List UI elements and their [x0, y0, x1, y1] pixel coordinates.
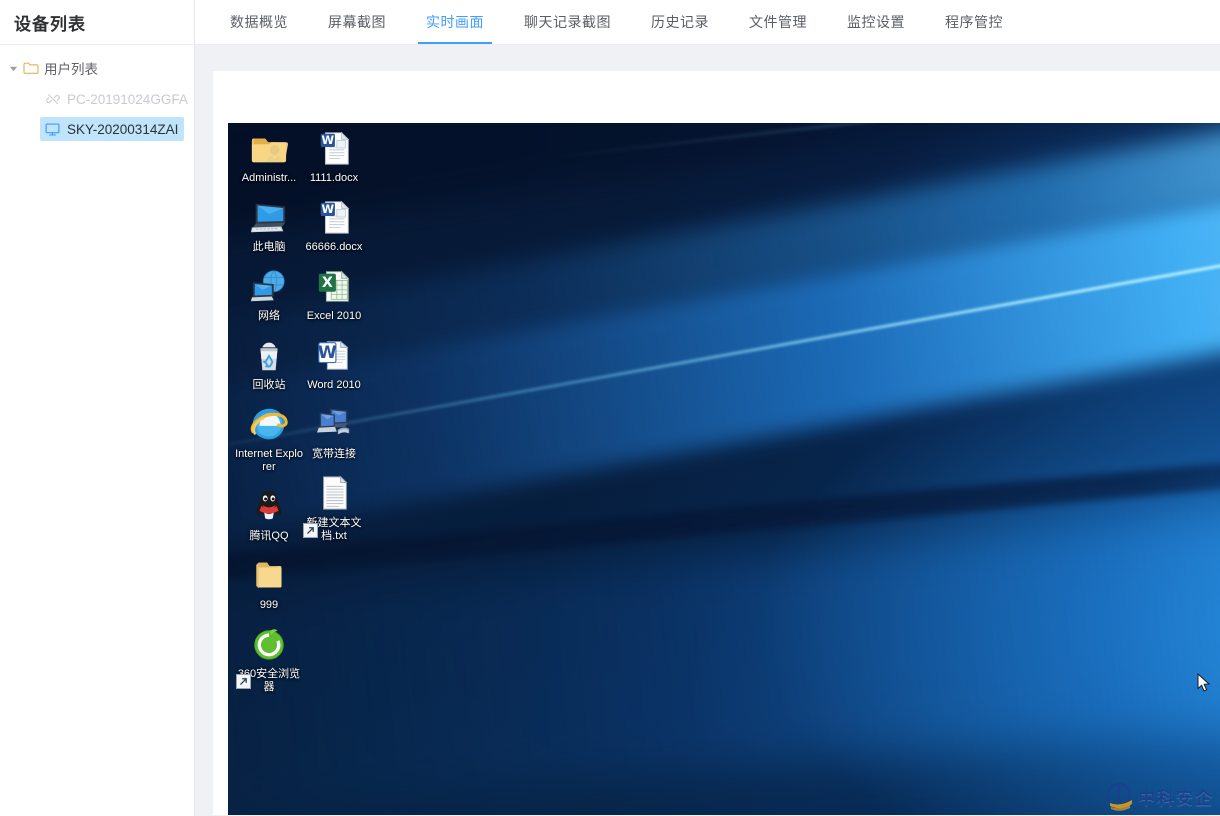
tab-bar: 数据概览 屏幕截图 实时画面 聊天记录截图 历史记录 文件管理 监控设置 程序管… — [195, 0, 1220, 45]
desktop-icon-label: Internet Explorer — [235, 448, 303, 473]
desktop-icon-label: 1111.docx — [309, 172, 359, 184]
folder-icon — [22, 61, 39, 75]
desktop-icon-1111-docx[interactable]: W 1111.docx — [299, 127, 369, 185]
word-document-icon: W — [313, 127, 355, 169]
sidebar-header: 设备列表 — [0, 0, 194, 45]
folder-icon — [248, 554, 290, 596]
tab-data-overview[interactable]: 数据概览 — [210, 0, 308, 44]
svg-text:W: W — [322, 133, 335, 147]
desktop-icon-label: 此电脑 — [252, 241, 286, 253]
tab-live-screen[interactable]: 实时画面 — [406, 0, 504, 44]
broken-link-icon — [44, 92, 61, 106]
desktop-icon-label: Word 2010 — [307, 379, 361, 391]
word-document-icon: W — [313, 196, 355, 238]
this-pc-icon — [248, 196, 290, 238]
desktop-icon-internet-explorer[interactable]: Internet Explorer — [234, 403, 304, 474]
live-screen-card: Administr... 此电脑 网络 回收站 Internet Explore… — [213, 71, 1220, 815]
desktop-icon-label: Administr... — [241, 172, 297, 184]
tree-node-label: 用户列表 — [44, 62, 98, 77]
svg-text:W: W — [322, 202, 335, 216]
desktop-icon-label: 回收站 — [252, 379, 286, 391]
remote-desktop-viewport[interactable]: Administr... 此电脑 网络 回收站 Internet Explore… — [228, 123, 1220, 815]
content-area: Administr... 此电脑 网络 回收站 Internet Explore… — [195, 45, 1220, 816]
internet-explorer-icon — [248, 403, 290, 445]
desktop-icon-column-1: Administr... 此电脑 网络 回收站 Internet Explore… — [234, 127, 304, 705]
excel-icon: X — [313, 265, 355, 307]
main-panel: 数据概览 屏幕截图 实时画面 聊天记录截图 历史记录 文件管理 监控设置 程序管… — [195, 0, 1220, 816]
tab-label: 聊天记录截图 — [524, 14, 611, 30]
svg-text:X: X — [322, 275, 333, 291]
desktop-icon-label: 宽带连接 — [312, 448, 356, 460]
recycle-bin-icon — [248, 334, 290, 376]
desktop-icon-broadband-connection[interactable]: 宽带连接 — [299, 403, 369, 538]
device-list-sidebar: 设备列表 用户列表 PC-20191024GGFA SKY-20200314ZA… — [0, 0, 195, 816]
tab-label: 历史记录 — [651, 14, 709, 30]
device-item-label: SKY-20200314ZAI — [67, 121, 179, 137]
device-item-label: PC-20191024GGFA — [67, 91, 188, 107]
desktop-icon-360-browser[interactable]: 360安全浏览器 — [234, 623, 304, 694]
tab-monitor-settings[interactable]: 监控设置 — [827, 0, 925, 44]
desktop-icon-administrator[interactable]: Administr... — [234, 127, 304, 185]
tab-label: 数据概览 — [230, 14, 288, 30]
word-icon: W — [313, 334, 355, 376]
monitor-icon — [44, 122, 61, 137]
desktop-icon-recycle-bin[interactable]: 回收站 — [234, 334, 304, 392]
shortcut-arrow-icon — [236, 674, 251, 689]
tab-label: 文件管理 — [749, 14, 807, 30]
tab-file-management[interactable]: 文件管理 — [729, 0, 827, 44]
desktop-icon-column-2: W 1111.docx W 66666.docx X Excel 2010 W … — [299, 127, 369, 554]
device-tree: 用户列表 PC-20191024GGFA SKY-20200314ZAI — [0, 45, 194, 141]
device-item-selected[interactable]: SKY-20200314ZAI — [40, 117, 185, 141]
desktop-icon-label: 66666.docx — [305, 241, 363, 253]
tab-label: 实时画面 — [426, 14, 484, 30]
tab-screenshot[interactable]: 屏幕截图 — [308, 0, 406, 44]
page-title: 设备列表 — [14, 14, 86, 34]
text-file-icon — [313, 472, 355, 514]
svg-text:W: W — [318, 343, 337, 363]
desktop-icon-tencent-qq[interactable]: 腾讯QQ — [234, 485, 304, 689]
desktop-icon-999-folder[interactable]: 999 — [234, 554, 304, 612]
tab-history[interactable]: 历史记录 — [631, 0, 729, 44]
desktop-icon-label: Excel 2010 — [306, 310, 362, 322]
tab-label: 程序管控 — [945, 14, 1003, 30]
desktop-wallpaper — [228, 123, 1220, 815]
tab-label: 监控设置 — [847, 14, 905, 30]
tab-program-control[interactable]: 程序管控 — [925, 0, 1023, 44]
tab-label: 屏幕截图 — [328, 14, 386, 30]
desktop-icon-this-pc[interactable]: 此电脑 — [234, 196, 304, 254]
broadband-connection-icon — [313, 403, 355, 445]
desktop-icon-excel-2010[interactable]: X Excel 2010 — [299, 265, 369, 538]
network-icon — [248, 265, 290, 307]
chevron-down-icon[interactable] — [4, 64, 22, 73]
tencent-qq-icon — [248, 485, 290, 527]
360-browser-icon — [248, 623, 290, 665]
shortcut-arrow-icon — [303, 523, 318, 538]
device-item-offline[interactable]: PC-20191024GGFA — [40, 87, 194, 111]
desktop-icon-word-2010[interactable]: W Word 2010 — [299, 334, 369, 538]
desktop-icon-66666-docx[interactable]: W 66666.docx — [299, 196, 369, 254]
desktop-icon-network[interactable]: 网络 — [234, 265, 304, 323]
user-folder-icon — [248, 127, 290, 169]
desktop-icon-label: 腾讯QQ — [249, 530, 289, 542]
app-root: 设备列表 用户列表 PC-20191024GGFA SKY-20200314ZA… — [0, 0, 1220, 816]
desktop-icon-label: 网络 — [258, 310, 280, 322]
desktop-icon-label: 999 — [259, 599, 279, 611]
tree-node-user-list[interactable]: 用户列表 — [0, 55, 194, 81]
tab-chat-screenshot[interactable]: 聊天记录截图 — [504, 0, 631, 44]
